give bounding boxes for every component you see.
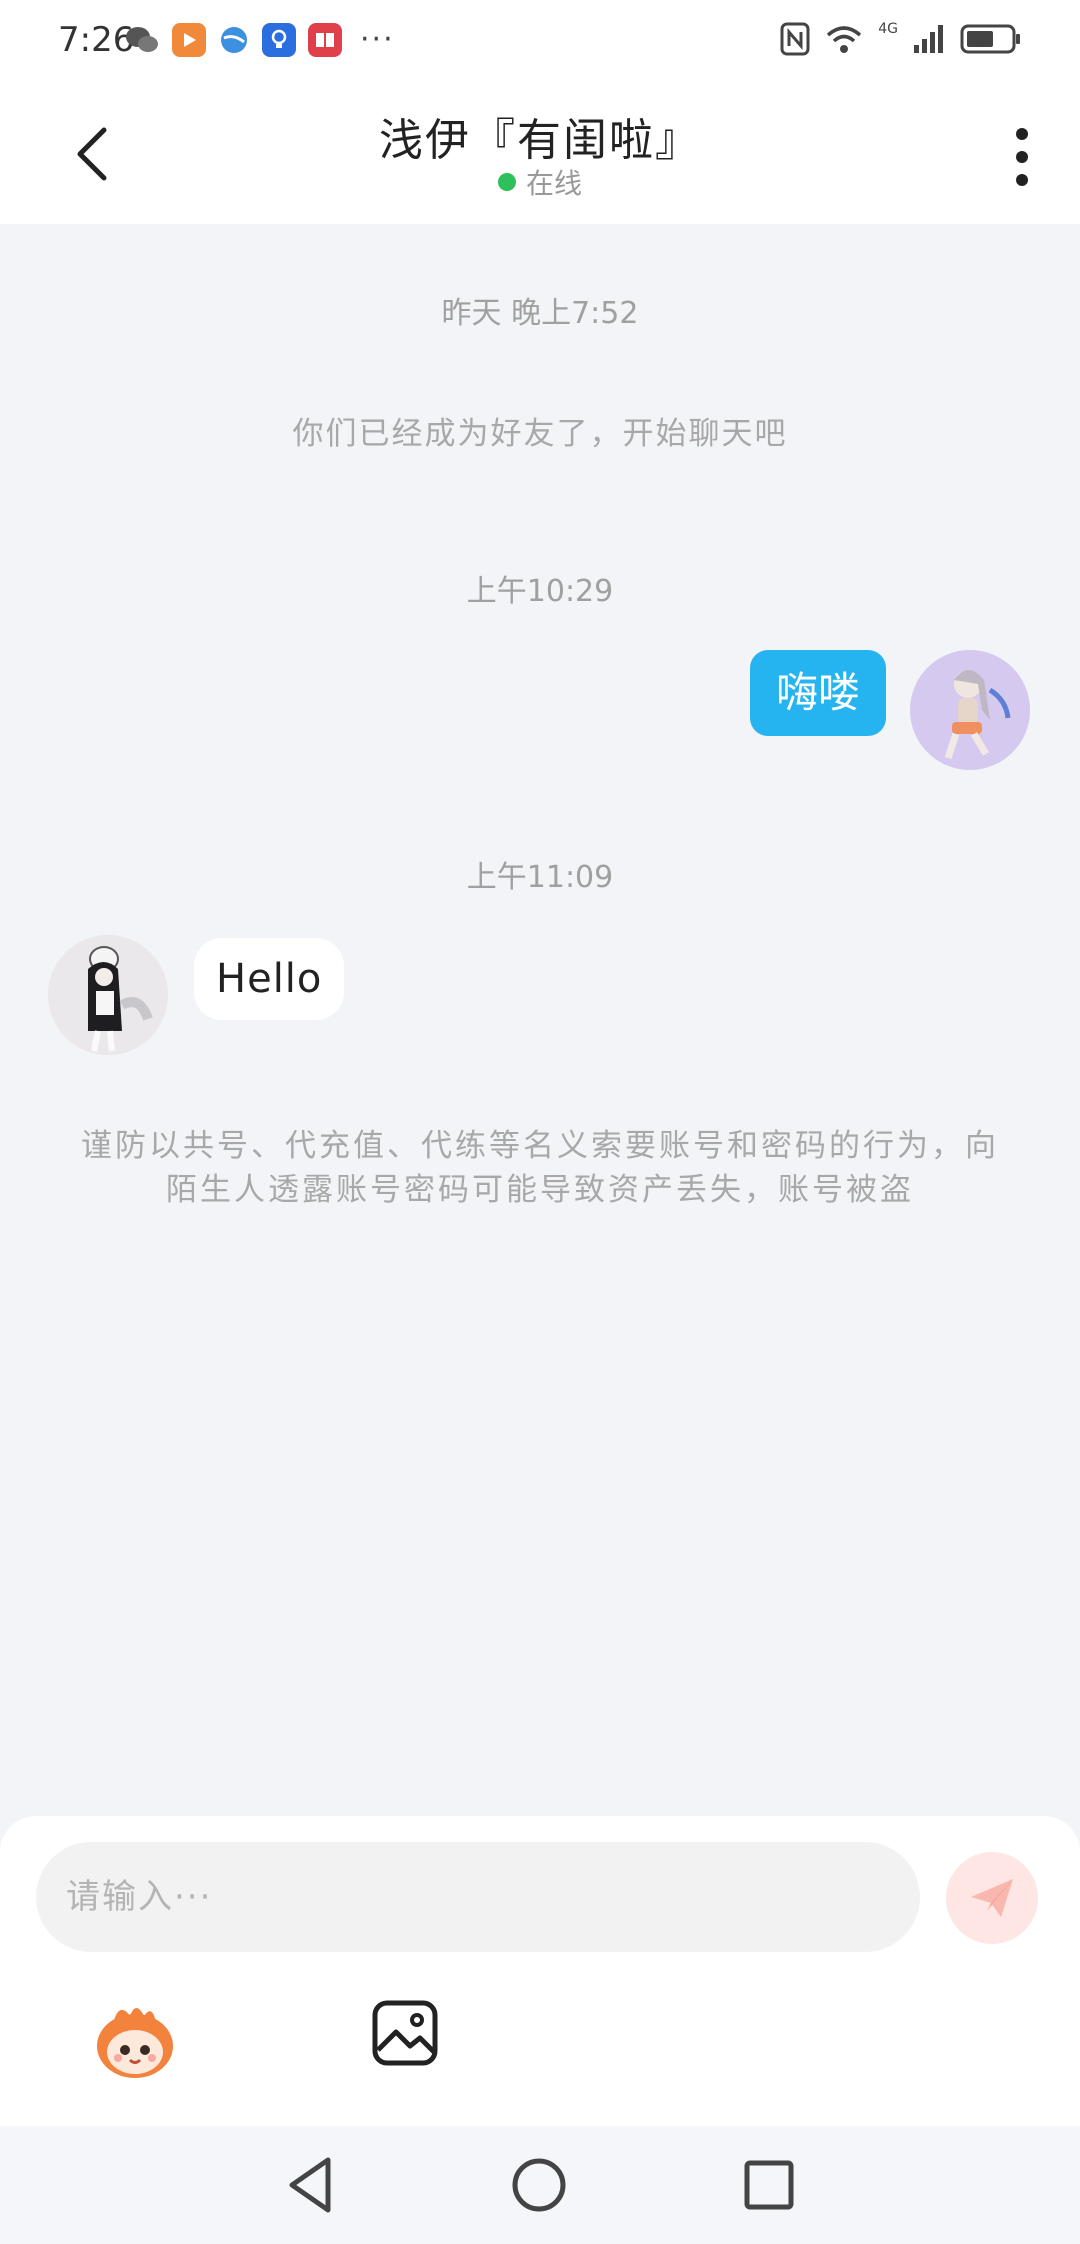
input-panel <box>0 1816 1080 2126</box>
more-notifications: ··· <box>360 22 395 57</box>
system-message: 你们已经成为好友了，开始聊天吧 <box>292 416 788 452</box>
signal-icon <box>914 25 943 53</box>
incoming-message-bubble[interactable]: Hello <box>194 938 345 1020</box>
contact-avatar[interactable] <box>48 935 168 1055</box>
status-bar: 7:26 ··· 4G <box>0 0 1080 80</box>
more-options-button[interactable] <box>1002 122 1042 192</box>
nav-home-button[interactable] <box>506 2152 572 2218</box>
nav-recents-button[interactable] <box>736 2152 802 2218</box>
wifi-icon <box>827 26 862 53</box>
emoji-button[interactable] <box>90 1996 180 2086</box>
image-icon <box>372 2000 438 2066</box>
send-icon <box>971 1879 1013 1917</box>
avatar-illustration <box>48 935 168 1055</box>
send-button[interactable] <box>946 1852 1038 1944</box>
nav-back-icon <box>289 2157 331 2213</box>
system-icons: 4G <box>780 21 1022 56</box>
timestamp: 昨天 晚上7:52 <box>441 296 639 331</box>
emoji-icon <box>97 2008 173 2078</box>
bulb-icon <box>262 22 296 57</box>
security-warning: 谨防以共号、代充值、代练等名义索要账号和密码的行为，向陌生人透露账号密码可能导致… <box>81 1128 999 1208</box>
video-icon <box>172 22 206 57</box>
nav-back-button[interactable] <box>278 2152 344 2218</box>
wechat-icon <box>126 26 158 52</box>
timestamp: 上午10:29 <box>466 574 614 609</box>
nav-recents-icon <box>744 2160 794 2210</box>
chat-title: 浅伊『有闺啦』 <box>379 115 701 166</box>
nfc-icon <box>780 22 810 56</box>
battery-icon <box>960 24 1020 54</box>
book-icon <box>308 22 342 57</box>
notification-icons: ··· <box>124 22 395 57</box>
online-status: 在线 <box>0 162 1080 202</box>
outgoing-message-bubble[interactable]: 嗨喽 <box>749 650 886 736</box>
status-time: 7:26 <box>58 20 135 60</box>
more-vertical-icon <box>1016 128 1028 186</box>
online-dot <box>497 173 516 191</box>
image-button[interactable] <box>370 1998 440 2068</box>
avatar-illustration <box>910 650 1030 770</box>
network-type: 4G <box>878 21 898 37</box>
online-status-text: 在线 <box>525 167 582 200</box>
my-avatar[interactable] <box>910 650 1030 770</box>
nav-home-icon <box>512 2158 566 2212</box>
timestamp: 上午11:09 <box>466 860 614 895</box>
chat-header: 浅伊『有闺啦』 在线 <box>0 80 1080 224</box>
browser-icon <box>221 26 247 53</box>
message-input[interactable] <box>36 1842 920 1952</box>
system-nav-bar <box>0 2126 1080 2244</box>
